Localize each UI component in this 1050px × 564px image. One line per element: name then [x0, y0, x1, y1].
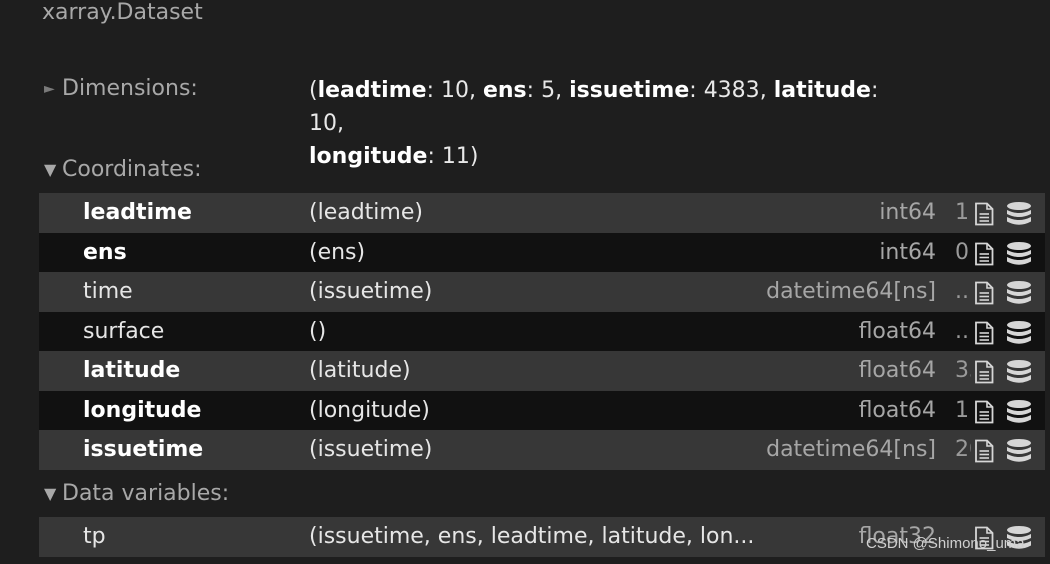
- file-icon[interactable]: [973, 202, 995, 226]
- dimension-name: ens: [482, 78, 527, 103]
- variable-row: issuetime (issuetime) datetime64[ns] 20: [39, 430, 1045, 470]
- dimensions-header[interactable]: ► Dimensions:: [44, 76, 198, 101]
- variable-row: surface () float64...: [39, 311, 1045, 351]
- coordinates-table: leadtime (leadtime) int64 1 ens (ens) int64 0 ti…: [39, 193, 1045, 470]
- data-variables-header[interactable]: ▼ Data variables:: [44, 481, 229, 506]
- database-icon[interactable]: [1006, 241, 1032, 267]
- variable-dims: (leadtime): [309, 200, 423, 225]
- variable-row: longitude (longitude) float64 11: [39, 390, 1045, 430]
- dimension-name: latitude: [773, 78, 871, 103]
- dimension-separator: :: [870, 78, 879, 103]
- variable-name: tp: [83, 524, 106, 549]
- coordinates-label: Coordinates:: [62, 157, 202, 182]
- dimensions-close-paren: ): [469, 144, 479, 169]
- triangle-down-icon: ▼: [44, 160, 57, 179]
- dimension-comma: ,: [759, 78, 774, 103]
- variable-preview: 20: [955, 437, 971, 462]
- dimension-name: issuetime: [569, 78, 690, 103]
- dimensions-label: Dimensions:: [62, 76, 198, 101]
- variable-dtype: float64: [858, 318, 936, 344]
- database-icon[interactable]: [1006, 280, 1032, 306]
- variable-name: longitude: [83, 397, 202, 423]
- dimensions-open-paren: (: [309, 78, 318, 103]
- variable-dtype: datetime64[ns]: [766, 279, 936, 304]
- variable-dims: (ens): [309, 239, 366, 265]
- dimension-size: 10: [440, 78, 469, 103]
- database-icon[interactable]: [1006, 320, 1032, 346]
- variable-dims: (issuetime): [309, 279, 433, 304]
- database-icon[interactable]: [1006, 438, 1032, 464]
- variable-dtype: datetime64[ns]: [766, 437, 936, 462]
- variable-dtype: float64: [858, 397, 936, 423]
- dimension-name: longitude: [309, 144, 428, 169]
- file-icon[interactable]: [973, 439, 995, 463]
- dimension-size: 4383: [703, 78, 760, 103]
- dimension-name: leadtime: [317, 78, 427, 103]
- variable-dtype: int64: [879, 239, 936, 265]
- file-icon[interactable]: [973, 360, 995, 384]
- variable-dims: (issuetime, ens, leadtime, latitude, lon…: [309, 524, 755, 549]
- watermark: CSDN @Shimono_uma: [866, 535, 1025, 552]
- variable-preview: 33: [955, 358, 971, 383]
- variable-name: leadtime: [83, 200, 192, 225]
- dimension-comma: ,: [337, 111, 344, 136]
- dimension-comma: ,: [555, 78, 570, 103]
- dataset-title: xarray.Dataset: [42, 0, 203, 25]
- variable-dtype: int64: [879, 200, 936, 225]
- variable-name: time: [83, 279, 133, 304]
- variable-dtype: float64: [858, 358, 936, 383]
- file-icon[interactable]: [973, 281, 995, 305]
- data-variables-label: Data variables:: [62, 481, 230, 506]
- triangle-down-icon: ▼: [44, 484, 57, 503]
- variable-preview: 1: [955, 200, 969, 225]
- dimension-separator: :: [526, 78, 542, 103]
- file-icon[interactable]: [973, 400, 995, 424]
- variable-name: latitude: [83, 358, 181, 383]
- database-icon[interactable]: [1006, 359, 1032, 385]
- variable-dims: (latitude): [309, 358, 411, 383]
- variable-row: ens (ens) int64 0: [39, 232, 1045, 272]
- triangle-right-icon: ►: [44, 80, 55, 97]
- dimensions-list: (leadtime: 10, ens: 5, issuetime: 4383, …: [309, 74, 909, 173]
- variable-name: ens: [83, 239, 127, 265]
- dimension-separator: :: [427, 144, 442, 169]
- variable-dims: (): [309, 318, 327, 344]
- variable-preview: 11: [955, 397, 971, 423]
- variable-name: issuetime: [83, 437, 204, 462]
- dimension-comma: ,: [468, 78, 483, 103]
- variable-preview: ...: [955, 318, 971, 344]
- file-icon[interactable]: [973, 321, 995, 345]
- dimension-separator: :: [426, 78, 441, 103]
- variable-preview: ...: [955, 279, 971, 304]
- variable-row: time (issuetime) datetime64[ns]...: [39, 272, 1045, 312]
- dimension-size: 5: [541, 78, 556, 103]
- file-icon[interactable]: [973, 242, 995, 266]
- variable-dims: (issuetime): [309, 437, 433, 462]
- variable-dims: (longitude): [309, 397, 430, 423]
- database-icon[interactable]: [1006, 399, 1032, 425]
- dimension-size: 11: [441, 144, 470, 169]
- dimension-separator: :: [689, 78, 704, 103]
- database-icon[interactable]: [1006, 201, 1032, 227]
- variable-row: latitude (latitude) float64 33: [39, 351, 1045, 391]
- variable-row: leadtime (leadtime) int64 1: [39, 193, 1045, 233]
- variable-preview: 0: [955, 239, 969, 265]
- coordinates-header[interactable]: ▼ Coordinates:: [44, 157, 201, 182]
- variable-name: surface: [83, 318, 165, 344]
- dimension-size: 10: [309, 111, 337, 136]
